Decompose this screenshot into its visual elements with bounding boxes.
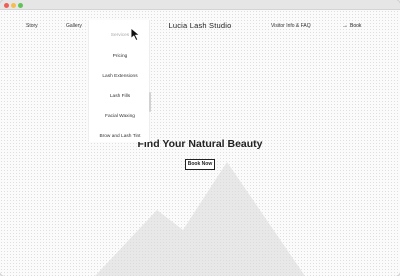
book-label: Book [350,23,362,29]
web-page: Story Gallery Lucia Lash Studio Visitor … [0,10,400,276]
dropdown-item-pricing[interactable]: Pricing [89,54,151,59]
dropdown-item-brow-lash-tint[interactable]: Brow and Lash Tint [89,134,151,139]
dropdown-item-facial-waxing[interactable]: Facial Waxing [89,114,151,119]
book-now-button[interactable]: Book Now [185,159,215,170]
mouse-pointer-icon [130,27,140,41]
nav-link-story[interactable]: Story [26,23,38,29]
window-titlebar [0,0,400,10]
maximize-window-icon[interactable] [18,3,23,8]
nav-link-visitor-info[interactable]: Visitor Info & FAQ [271,23,311,29]
nav-link-book[interactable]: → Book [342,23,361,29]
dropdown-item-lash-fills[interactable]: Lash Fills [89,94,151,99]
site-header: Story Gallery Lucia Lash Studio Visitor … [0,10,400,44]
site-logo-text[interactable]: Lucia Lash Studio [150,21,250,30]
dropdown-item-lash-extensions[interactable]: Lash Extensions [89,74,151,79]
browser-window: Story Gallery Lucia Lash Studio Visitor … [0,0,400,276]
nav-link-gallery[interactable]: Gallery [66,23,82,29]
close-window-icon[interactable] [4,3,9,8]
dropdown-scrollbar[interactable] [149,92,151,112]
minimize-window-icon[interactable] [11,3,16,8]
arrow-right-icon: → [342,23,348,29]
